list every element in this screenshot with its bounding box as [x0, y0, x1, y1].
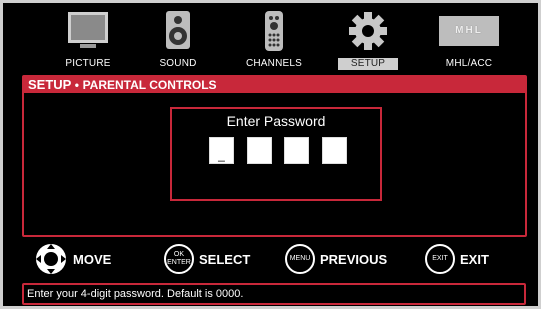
exit-button-icon: EXIT	[425, 244, 455, 274]
menu-item-picture[interactable]: PICTURE	[52, 8, 124, 70]
previous-label: PREVIOUS	[320, 251, 388, 267]
exit-hint[interactable]: EXIT EXIT	[425, 242, 489, 276]
menu-item-mhl-acc[interactable]: MHL MHL/ACC	[424, 8, 514, 70]
password-digit-1[interactable]: _	[209, 137, 234, 164]
panel-header: SETUP • PARENTAL CONTROLS	[24, 77, 525, 93]
password-dialog: Enter Password _	[170, 107, 382, 201]
menu-item-label: CHANNELS	[245, 58, 303, 69]
menu-item-setup[interactable]: SETUP	[332, 8, 404, 70]
panel-subtitle: PARENTAL CONTROLS	[82, 78, 217, 92]
move-hint[interactable]: MOVE	[34, 242, 111, 276]
control-hints: MOVE OK ENTER SELECT MENU PREVIOUS EXIT E…	[0, 242, 541, 276]
remote-icon	[265, 11, 283, 51]
menu-item-label: SOUND	[159, 58, 197, 69]
ok-enter-button-icon: OK ENTER	[164, 244, 194, 274]
password-digit-3[interactable]	[284, 137, 309, 164]
menu-item-label: PICTURE	[65, 58, 111, 69]
menu-item-label: MHL/ACC	[445, 58, 493, 69]
menu-item-label: SETUP	[338, 58, 398, 70]
password-title: Enter Password	[226, 113, 326, 129]
menu-button-icon: MENU	[285, 244, 315, 274]
top-menu: PICTURE SOUND CHANNELS SETUP MHL MHL/ACC	[22, 8, 526, 74]
previous-hint[interactable]: MENU PREVIOUS	[285, 242, 387, 276]
move-label: MOVE	[73, 251, 112, 267]
speaker-icon	[166, 11, 190, 49]
password-digit-4[interactable]	[322, 137, 347, 164]
menu-item-channels[interactable]: CHANNELS	[234, 8, 314, 70]
select-label: SELECT	[199, 251, 251, 267]
title-separator: •	[74, 78, 79, 92]
password-digit-2[interactable]	[247, 137, 272, 164]
help-text: Enter your 4-digit password. Default is …	[27, 288, 244, 300]
mhl-logo-icon: MHL	[439, 16, 499, 46]
dpad-icon	[36, 244, 66, 274]
tv-icon	[68, 12, 108, 48]
help-status-bar: Enter your 4-digit password. Default is …	[22, 283, 526, 305]
menu-item-sound[interactable]: SOUND	[142, 8, 214, 70]
parental-controls-panel: SETUP • PARENTAL CONTROLS Enter Password…	[22, 75, 527, 237]
gear-icon	[349, 12, 387, 50]
panel-title: SETUP	[28, 77, 72, 92]
exit-label: EXIT	[460, 251, 489, 267]
select-hint[interactable]: OK ENTER SELECT	[164, 242, 250, 276]
